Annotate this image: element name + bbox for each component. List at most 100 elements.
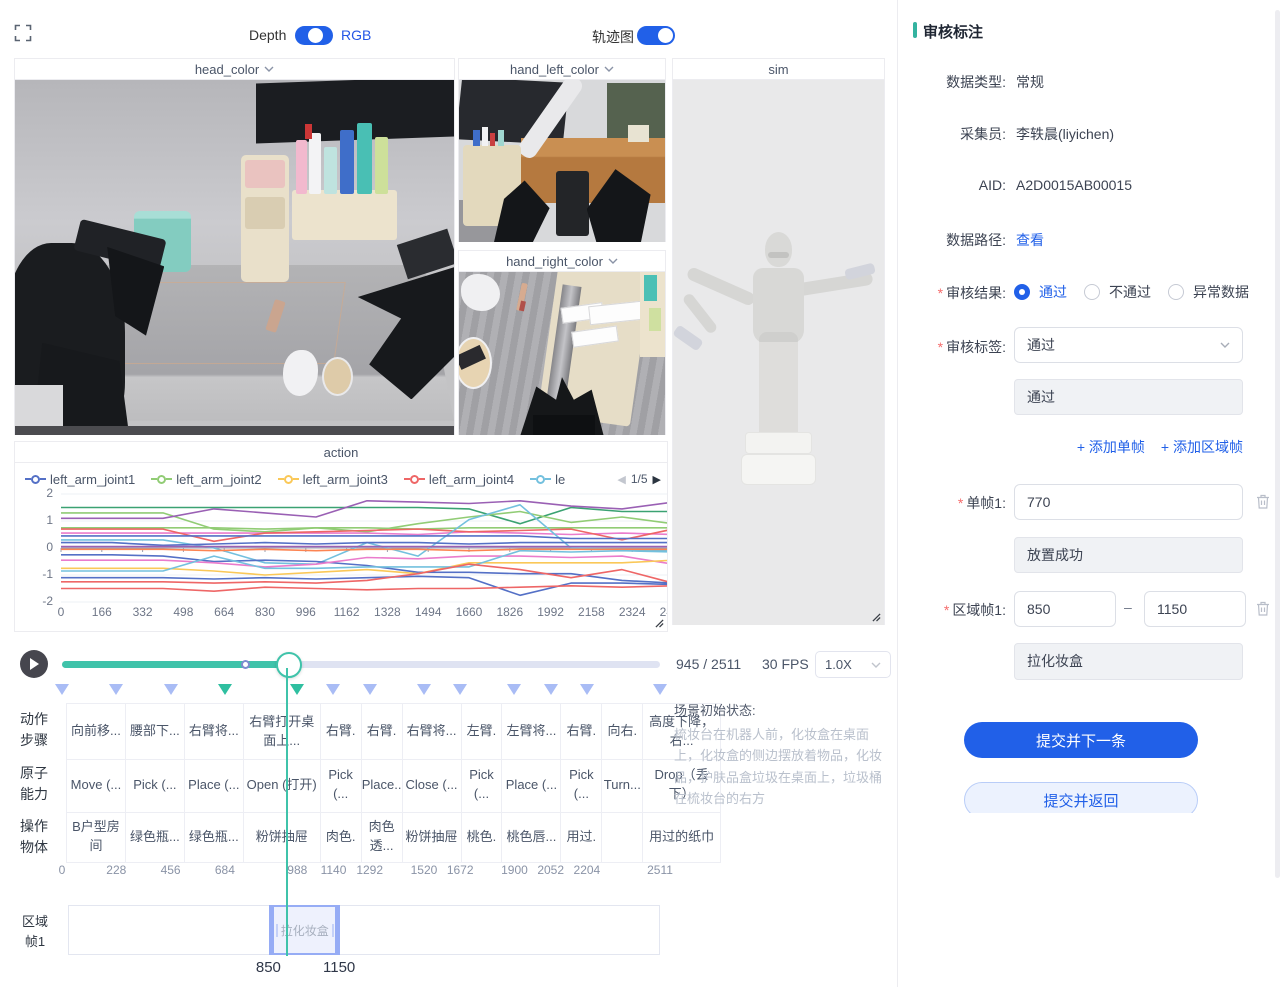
fullscreen-icon[interactable] (14, 24, 32, 42)
step-cell[interactable]: 左臂. (462, 704, 503, 759)
step-cell[interactable]: 右臂. (362, 704, 403, 759)
ability-cell[interactable]: Turn... (602, 758, 643, 812)
submit-back-button[interactable]: 提交并返回 (964, 782, 1198, 813)
timeline-marker[interactable] (580, 684, 594, 695)
radio-abnormal[interactable] (1168, 284, 1184, 300)
object-cell[interactable]: 粉饼抽屉 (403, 812, 462, 862)
row-label-steps: 动作步骤 (18, 709, 50, 751)
objects-row: B户型房间绿色瓶...绿色瓶...粉饼抽屉肉色.肉色透...粉饼抽屉桃色.桃色唇… (66, 812, 721, 863)
object-cell[interactable]: 桃色. (462, 812, 503, 862)
timeline-marker[interactable] (109, 684, 123, 695)
resize-handle-icon[interactable] (872, 613, 881, 622)
add-single-frame-link[interactable]: + 添加单帧 (1077, 437, 1145, 457)
legend-prev-icon[interactable]: ◀ (617, 473, 625, 486)
timeline-marker[interactable] (55, 684, 69, 695)
region-highlight[interactable]: 拉化妆盒 (269, 905, 340, 955)
resize-handle-icon[interactable] (655, 619, 664, 628)
region-end-input[interactable] (1144, 591, 1246, 627)
x-tick-label: 2158 (578, 605, 605, 619)
radio-fail-label[interactable]: 不通过 (1109, 282, 1151, 302)
ability-cell[interactable]: Place (... (185, 758, 244, 812)
panel-scrollbar[interactable] (1275, 10, 1280, 878)
review-tag-value: 通过 (1027, 335, 1055, 355)
region-drag-left[interactable] (276, 924, 278, 937)
radio-pass[interactable] (1014, 284, 1030, 300)
trash-icon[interactable] (1255, 600, 1271, 617)
hand-right-camera-select[interactable]: hand_right_color (459, 251, 665, 272)
submit-next-button[interactable]: 提交并下一条 (964, 722, 1198, 758)
ability-cell[interactable]: Place (... (502, 758, 561, 812)
ability-cell[interactable]: Place.. (362, 758, 403, 812)
object-cell[interactable]: 粉饼抽屉 (244, 812, 321, 862)
trash-icon[interactable] (1255, 493, 1271, 510)
timeline-marker[interactable] (290, 684, 304, 695)
step-cell[interactable]: 右臂. (321, 704, 362, 759)
head-camera-select[interactable]: head_color (15, 59, 454, 80)
progress-track[interactable] (62, 661, 660, 668)
object-cell[interactable]: 用过. (561, 812, 602, 862)
play-button[interactable] (20, 650, 48, 678)
legend-item[interactable]: left_arm_joint4 (404, 472, 514, 487)
legend-item[interactable]: left_arm_joint3 (278, 472, 388, 487)
step-cell[interactable]: 右臂. (561, 704, 602, 759)
legend-item[interactable]: left_arm_joint1 (25, 472, 135, 487)
frame-scale-label: 228 (106, 863, 126, 877)
region-track[interactable]: 拉化妆盒 (68, 905, 660, 955)
step-cell[interactable]: 右臂将... (185, 704, 244, 759)
progress-handle[interactable] (276, 652, 302, 678)
timeline-marker[interactable] (507, 684, 521, 695)
trajectory-toggle[interactable] (637, 26, 675, 45)
ability-cell[interactable]: Pick (... (462, 758, 503, 812)
timeline-marker[interactable] (164, 684, 178, 695)
radio-pass-label[interactable]: 通过 (1039, 282, 1067, 302)
object-cell[interactable]: 绿色瓶... (185, 812, 244, 862)
ability-cell[interactable]: Open (打开) (244, 758, 321, 812)
required-mark: * (958, 495, 963, 511)
single-frame-input[interactable] (1014, 484, 1243, 520)
object-cell[interactable]: 绿色瓶... (126, 812, 185, 862)
ability-cell[interactable]: Pick (... (321, 758, 362, 812)
data-path-link[interactable]: 查看 (1016, 230, 1044, 250)
ability-cell[interactable]: Pick (... (126, 758, 185, 812)
step-cell[interactable]: 右臂打开桌面上... (244, 704, 321, 759)
radio-abnormal-label[interactable]: 异常数据 (1193, 282, 1249, 302)
timeline-marker[interactable] (453, 684, 467, 695)
single-frame-note[interactable]: 放置成功 (1014, 537, 1243, 573)
legend-item[interactable]: left_arm_joint2 (151, 472, 261, 487)
object-cell[interactable]: B户型房间 (67, 812, 126, 862)
timeline-marker[interactable] (326, 684, 340, 695)
region-drag-right[interactable] (332, 924, 334, 937)
step-cell[interactable]: 向前移... (67, 704, 126, 759)
row-label-ability: 原子能力 (18, 763, 50, 805)
region-frame-note[interactable]: 拉化妆盒 (1014, 643, 1243, 680)
step-cell[interactable]: 腰部下... (126, 704, 185, 759)
timeline-marker[interactable] (218, 684, 232, 695)
timeline-marker[interactable] (544, 684, 558, 695)
step-cell[interactable]: 向右. (602, 704, 643, 759)
timeline-marker[interactable] (653, 684, 667, 695)
frame-scale-label: 1672 (447, 863, 474, 877)
radio-fail[interactable] (1084, 284, 1100, 300)
object-cell[interactable]: 肉色. (321, 812, 362, 862)
ability-cell[interactable]: Close (... (403, 758, 462, 812)
step-cell[interactable]: 左臂将... (502, 704, 561, 759)
timeline-marker[interactable] (417, 684, 431, 695)
review-tag-select[interactable]: 通过 (1014, 327, 1243, 363)
legend-item[interactable]: le (530, 472, 565, 487)
legend-next-icon[interactable]: ▶ (653, 473, 661, 486)
region-frame-label: *区域帧1: (898, 600, 1006, 620)
object-cell[interactable] (602, 812, 643, 862)
step-cell[interactable]: 右臂将... (403, 704, 462, 759)
depth-rgb-toggle[interactable] (295, 26, 333, 45)
speed-select[interactable]: 1.0X (815, 651, 891, 678)
object-cell[interactable]: 桃色唇... (502, 812, 561, 862)
review-tag-note[interactable]: 通过 (1014, 379, 1243, 415)
add-region-frame-link[interactable]: + 添加区域帧 (1161, 437, 1243, 457)
object-cell[interactable]: 肉色透... (362, 812, 403, 862)
hand-left-camera-select[interactable]: hand_left_color (459, 59, 665, 80)
ability-cell[interactable]: Move (... (67, 758, 126, 812)
ability-cell[interactable]: Pick (... (561, 758, 602, 812)
timeline-marker[interactable] (363, 684, 377, 695)
region-start-input[interactable] (1014, 591, 1116, 627)
object-cell[interactable]: 用过的纸巾 (643, 812, 720, 862)
